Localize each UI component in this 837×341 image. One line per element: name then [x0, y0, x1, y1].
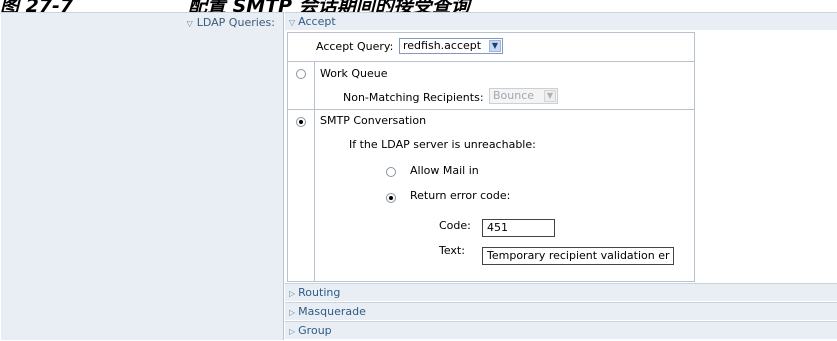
- section-masquerade-header[interactable]: ▷ Masquerade: [285, 302, 837, 320]
- accept-query-label: Accept Query:: [316, 40, 394, 53]
- chevron-down-icon: ▼: [489, 40, 501, 52]
- chevron-down-icon: ▼: [544, 90, 556, 102]
- section-group-header[interactable]: ▷ Group: [285, 321, 837, 339]
- left-label-panel: ▽ LDAP Queries:: [1, 12, 284, 340]
- divider: [288, 61, 694, 62]
- work-queue-radio[interactable]: [296, 69, 306, 79]
- text-label: Text:: [439, 244, 465, 257]
- non-matching-recipients-value: Bounce: [493, 89, 535, 102]
- section-accept-label: Accept: [298, 15, 336, 28]
- ldap-queries-label: LDAP Queries:: [196, 16, 275, 29]
- non-matching-recipients-label: Non-Matching Recipients:: [343, 91, 484, 104]
- divider: [288, 109, 694, 110]
- section-masquerade-label: Masquerade: [298, 305, 366, 318]
- triangle-down-icon: ▽: [186, 19, 193, 28]
- triangle-right-icon: ▷: [289, 327, 296, 336]
- smtp-conversation-label: SMTP Conversation: [320, 114, 427, 127]
- non-matching-recipients-select[interactable]: Bounce ▼: [489, 88, 558, 104]
- accept-query-value: redfish.accept: [403, 39, 482, 52]
- triangle-right-icon: ▷: [289, 289, 296, 298]
- smtp-conversation-radio[interactable]: [296, 117, 306, 127]
- error-text-input[interactable]: Temporary recipient validation er: [482, 247, 674, 265]
- allow-mail-radio[interactable]: [386, 167, 396, 177]
- return-error-code-radio[interactable]: [386, 193, 396, 203]
- work-queue-label: Work Queue: [320, 67, 388, 80]
- ldap-queries-toggle[interactable]: ▽ LDAP Queries:: [187, 16, 275, 29]
- return-error-code-label: Return error code:: [410, 189, 511, 202]
- allow-mail-label: Allow Mail in: [410, 164, 479, 177]
- section-accept-header[interactable]: ▽ Accept: [285, 12, 837, 30]
- section-routing-header[interactable]: ▷ Routing: [285, 283, 837, 301]
- error-code-input[interactable]: 451: [482, 219, 555, 237]
- accept-query-select[interactable]: redfish.accept ▼: [399, 38, 503, 54]
- ldap-unreachable-label: If the LDAP server is unreachable:: [349, 138, 536, 151]
- accept-settings-box: Accept Query: redfish.accept ▼ Work Queu…: [287, 32, 695, 282]
- section-group-label: Group: [298, 324, 332, 337]
- triangle-right-icon: ▷: [289, 308, 296, 317]
- section-routing-label: Routing: [298, 286, 341, 299]
- code-label: Code:: [439, 219, 471, 232]
- divider: [314, 61, 315, 281]
- triangle-down-icon: ▽: [289, 18, 296, 27]
